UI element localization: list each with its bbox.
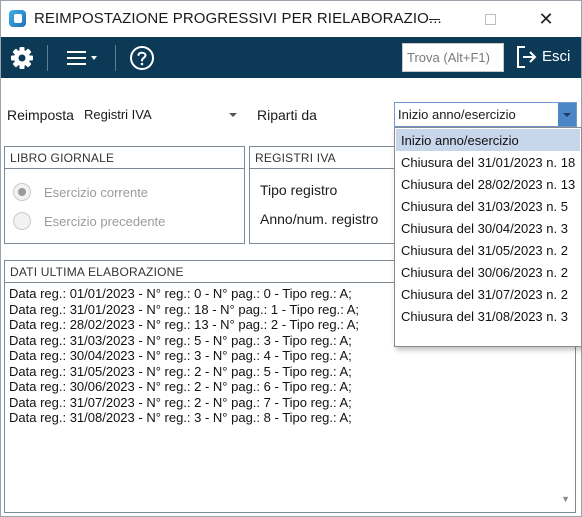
maximize-button[interactable] bbox=[467, 1, 513, 37]
toolbar-divider bbox=[47, 45, 48, 71]
dropdown-option[interactable]: Inizio anno/esercizio bbox=[396, 129, 580, 151]
app-icon bbox=[9, 10, 26, 27]
libro-giornale-group: LIBRO GIORNALE Esercizio corrente Eserci… bbox=[4, 146, 245, 244]
exit-label: Esci bbox=[542, 48, 571, 65]
riparti-da-dropdown-list: Inizio anno/esercizio Chiusura del 31/01… bbox=[394, 127, 582, 347]
dropdown-option[interactable]: Chiusura del 30/04/2023 n. 3 bbox=[396, 217, 580, 239]
dropdown-option[interactable]: Chiusura del 31/07/2023 n. 2 bbox=[396, 283, 580, 305]
close-icon: ✕ bbox=[538, 9, 554, 29]
settings-button[interactable] bbox=[9, 45, 35, 71]
dialog-window: REIMPOSTAZIONE PROGRESSIVI PER RIELABORA… bbox=[0, 0, 582, 517]
title-bar: REIMPOSTAZIONE PROGRESSIVI PER RIELABORA… bbox=[1, 1, 581, 37]
esercizio-precedente-label: Esercizio precedente bbox=[44, 213, 166, 229]
help-button[interactable] bbox=[128, 44, 156, 72]
list-item: Data reg.: 30/04/2023 - N° reg.: 3 - N° … bbox=[9, 348, 352, 363]
minimize-button[interactable] bbox=[411, 1, 457, 37]
dropdown-option[interactable]: Chiusura del 30/06/2023 n. 2 bbox=[396, 261, 580, 283]
window-title: REIMPOSTAZIONE PROGRESSIVI PER RIELABORA… bbox=[34, 10, 442, 27]
anno-num-registro-label: Anno/num. registro bbox=[260, 211, 379, 227]
scroll-down-arrow-icon[interactable]: ▼ bbox=[561, 494, 570, 504]
esercizio-precedente-option[interactable]: Esercizio precedente bbox=[13, 211, 165, 231]
exit-button[interactable]: Esci bbox=[513, 45, 579, 71]
dropdown-option[interactable]: Chiusura del 28/02/2023 n. 13 bbox=[396, 173, 580, 195]
riparti-da-select[interactable]: Inizio anno/esercizio bbox=[394, 102, 577, 127]
close-button[interactable]: ✕ bbox=[523, 1, 569, 37]
esercizio-corrente-label: Esercizio corrente bbox=[44, 184, 149, 200]
reimposta-select[interactable]: Registri IVA bbox=[79, 102, 244, 127]
chevron-down-icon[interactable] bbox=[558, 103, 576, 126]
reimposta-value: Registri IVA bbox=[84, 107, 152, 122]
radio-button[interactable] bbox=[13, 183, 31, 201]
list-item: Data reg.: 31/08/2023 - N° reg.: 3 - N° … bbox=[9, 410, 352, 425]
dropdown-option[interactable]: Chiusura del 31/05/2023 n. 2 bbox=[396, 239, 580, 261]
radio-button[interactable] bbox=[13, 212, 31, 230]
toolbar-divider bbox=[115, 45, 116, 71]
list-item: Data reg.: 31/05/2023 - N° reg.: 2 - N° … bbox=[9, 363, 352, 379]
gear-icon bbox=[11, 47, 33, 69]
tipo-registro-label: Tipo registro bbox=[260, 182, 338, 198]
search-input[interactable]: Trova (Alt+F1) bbox=[402, 43, 504, 72]
reimposta-label: Reimposta bbox=[7, 107, 74, 123]
riparti-da-value: Inizio anno/esercizio bbox=[398, 107, 516, 122]
dropdown-option[interactable]: Chiusura del 31/08/2023 n. 3 bbox=[396, 305, 580, 327]
dropdown-option[interactable]: Chiusura del 31/03/2023 n. 5 bbox=[396, 195, 580, 217]
dropdown-option[interactable]: Chiusura del 31/01/2023 n. 18 bbox=[396, 151, 580, 173]
minimize-icon bbox=[428, 18, 440, 20]
chevron-down-icon[interactable] bbox=[222, 102, 244, 127]
help-icon bbox=[130, 46, 154, 70]
menu-button[interactable] bbox=[61, 46, 101, 70]
exit-icon bbox=[517, 46, 537, 68]
list-item: Data reg.: 31/07/2023 - N° reg.: 2 - N° … bbox=[9, 394, 352, 410]
maximize-icon bbox=[484, 13, 496, 25]
hamburger-icon bbox=[67, 51, 97, 65]
libro-giornale-title: LIBRO GIORNALE bbox=[5, 147, 244, 169]
esercizio-corrente-option[interactable]: Esercizio corrente bbox=[13, 182, 148, 202]
riparti-da-label: Riparti da bbox=[257, 107, 317, 123]
list-item: Data reg.: 30/06/2023 - N° reg.: 2 - N° … bbox=[9, 379, 352, 394]
